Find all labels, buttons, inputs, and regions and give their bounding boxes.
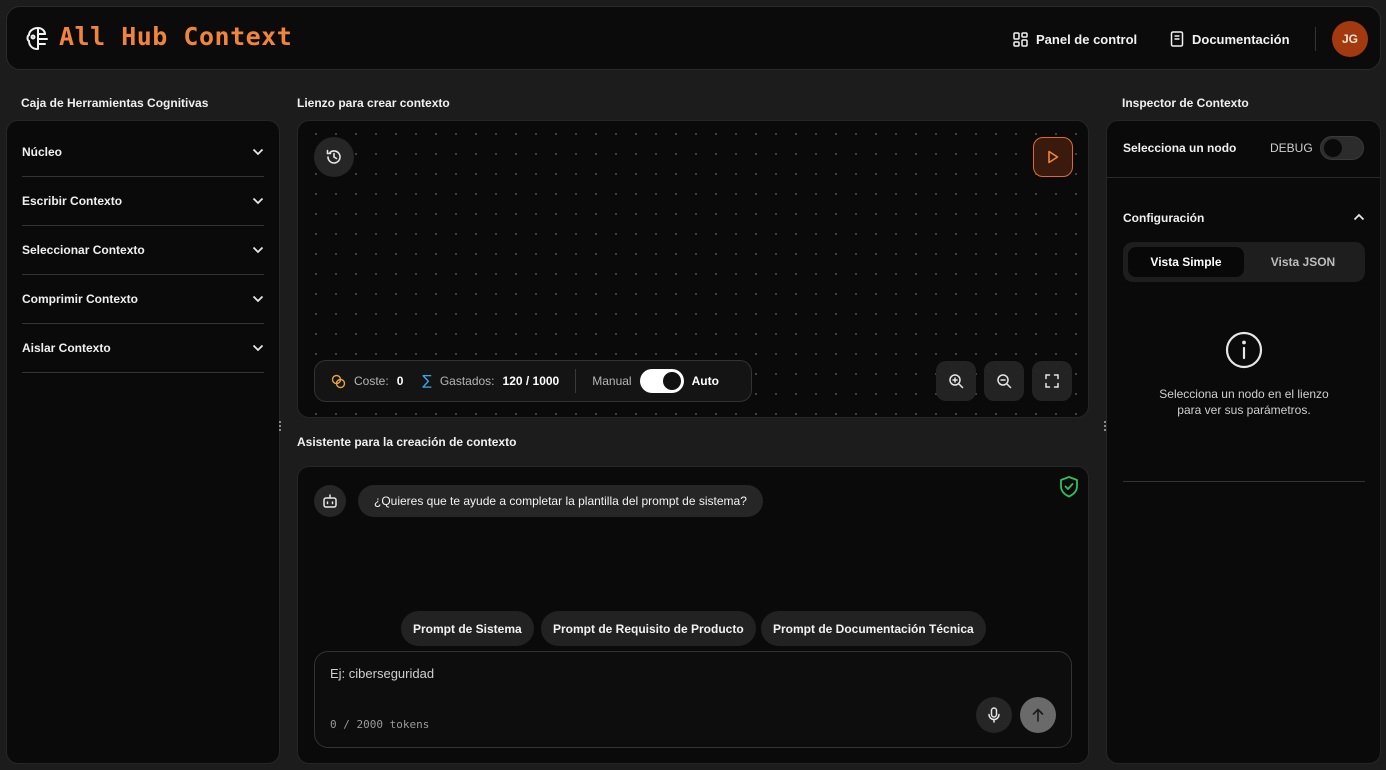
fullscreen-icon <box>1045 374 1059 388</box>
arrow-up-icon <box>1032 708 1044 722</box>
toolbox-item-seleccionar[interactable]: Seleccionar Contexto <box>22 226 264 275</box>
toolbox-item-label: Comprimir Contexto <box>22 292 139 306</box>
mode-manual-label: Manual <box>592 374 632 388</box>
bot-icon <box>323 494 337 508</box>
chip-technical-docs[interactable]: Prompt de Documentación Técnica <box>761 611 986 646</box>
history-icon <box>326 149 341 164</box>
inspector-divider <box>1107 177 1380 178</box>
zoom-in-icon <box>949 374 964 389</box>
assistant-panel: ¿Quieres que te ayude a completar la pla… <box>297 466 1089 764</box>
spent-label: Gastados: <box>439 374 495 388</box>
canvas-stats-bar: Coste: 0 ∑ Gastados: 120 / 1000 Manual A… <box>314 360 752 402</box>
user-avatar[interactable]: JG <box>1332 21 1368 57</box>
mode-auto-label: Auto <box>691 374 719 388</box>
assistant-message: ¿Quieres que te ayude a completar la pla… <box>358 485 763 517</box>
run-button[interactable] <box>1033 137 1073 177</box>
brain-logo-icon <box>26 27 48 50</box>
inspector-bottom-divider <box>1123 481 1365 482</box>
book-icon <box>1170 31 1184 47</box>
sigma-icon: ∑ <box>422 373 432 389</box>
toolbox-item-escribir[interactable]: Escribir Contexto <box>22 177 264 226</box>
toolbox-item-label: Escribir Contexto <box>22 194 123 208</box>
select-node-label: Selecciona un nodo <box>1123 141 1237 155</box>
canvas-title: Lienzo para crear contexto <box>297 96 450 110</box>
toolbox-item-label: Núcleo <box>22 145 63 159</box>
zoom-out-button[interactable] <box>984 361 1024 401</box>
header-divider <box>1315 27 1316 51</box>
configuration-label: Configuración <box>1123 211 1205 225</box>
toolbox-panel: Núcleo Escribir Contexto Seleccionar Con… <box>6 120 280 764</box>
shield-check-icon <box>1060 476 1078 498</box>
docs-link[interactable]: Documentación <box>1170 28 1290 50</box>
send-button[interactable] <box>1020 697 1056 733</box>
grid-icon <box>1013 31 1028 47</box>
microphone-button[interactable] <box>976 697 1012 733</box>
microphone-icon <box>988 707 1000 723</box>
dashboard-link-label: Panel de control <box>1036 31 1138 47</box>
brand-title[interactable]: All Hub Context <box>59 22 292 51</box>
toolbox-item-comprimir[interactable]: Comprimir Contexto <box>22 275 264 324</box>
assistant-title: Asistente para la creación de contexto <box>297 435 517 449</box>
chevron-up-icon <box>1353 213 1365 221</box>
toolbox-item-nucleo[interactable]: Núcleo <box>22 128 264 177</box>
chip-product-requirement[interactable]: Prompt de Requisito de Producto <box>541 611 756 646</box>
spent-value: 120 / 1000 <box>502 374 560 388</box>
mode-toggle[interactable] <box>639 369 684 393</box>
left-resize-handle[interactable] <box>278 421 282 431</box>
tab-simple-view[interactable]: Vista Simple <box>1128 247 1244 277</box>
chevron-down-icon <box>252 344 264 352</box>
dashboard-link[interactable]: Panel de control <box>1013 28 1137 50</box>
fullscreen-button[interactable] <box>1032 361 1072 401</box>
chat-input[interactable] <box>330 666 930 681</box>
chevron-down-icon <box>252 295 264 303</box>
chevron-down-icon <box>252 148 264 156</box>
toolbox-item-aislar[interactable]: Aislar Contexto <box>22 324 264 373</box>
chevron-down-icon <box>252 246 264 254</box>
configuration-header[interactable]: Configuración <box>1123 209 1365 225</box>
debug-label: DEBUG <box>1270 141 1313 155</box>
app-header: All Hub Context Panel de control Documen… <box>6 6 1381 70</box>
inspector-panel: Selecciona un nodo DEBUG Configuración V… <box>1106 120 1381 764</box>
play-icon <box>1048 150 1059 164</box>
chevron-down-icon <box>252 197 264 205</box>
coins-icon <box>331 374 346 388</box>
debug-toggle[interactable] <box>1320 136 1364 160</box>
context-canvas[interactable]: Coste: 0 ∑ Gastados: 120 / 1000 Manual A… <box>297 120 1089 418</box>
tab-json-view[interactable]: Vista JSON <box>1245 247 1361 277</box>
stats-divider <box>575 369 577 393</box>
inspector-empty-message: Selecciona un nodo en el lienzo para ver… <box>1159 387 1329 417</box>
info-icon <box>1225 331 1263 369</box>
toolbox-item-label: Seleccionar Contexto <box>22 243 145 257</box>
cost-label: Coste: <box>354 374 389 388</box>
inspector-title: Inspector de Contexto <box>1122 96 1249 110</box>
toolbox-item-label: Aislar Contexto <box>22 341 111 355</box>
chip-system-prompt[interactable]: Prompt de Sistema <box>401 611 534 646</box>
history-button[interactable] <box>314 137 354 177</box>
bot-avatar <box>314 485 346 517</box>
zoom-in-button[interactable] <box>936 361 976 401</box>
docs-link-label: Documentación <box>1192 31 1290 47</box>
view-switch: Vista Simple Vista JSON <box>1123 242 1365 282</box>
chat-input-box: 0 / 2000 tokens <box>314 651 1072 748</box>
toolbox-title: Caja de Herramientas Cognitivas <box>21 96 209 110</box>
cost-value: 0 <box>396 374 404 388</box>
token-counter: 0 / 2000 tokens <box>330 718 430 731</box>
zoom-out-icon <box>997 374 1012 389</box>
